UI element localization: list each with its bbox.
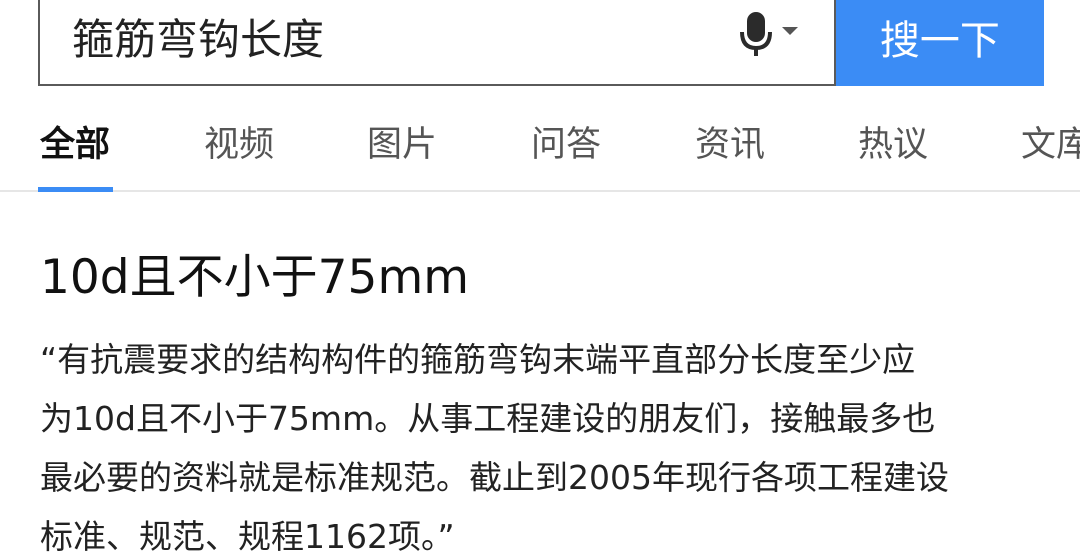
search-bar: 搜一下: [38, 0, 1044, 86]
tab-library[interactable]: 文库: [1021, 116, 1080, 167]
snippet-line: 为10d且不小于75mm。从事工程建设的朋友们，接触最多也: [40, 399, 936, 438]
snippet-line: 标准、规范、规程1162项。”: [40, 517, 455, 556]
snippet-line: 最必要的资料就是标准规范。截止到2005年现行各项工程建设: [40, 458, 949, 497]
tab-qa[interactable]: 问答: [531, 116, 601, 167]
search-input[interactable]: [72, 6, 712, 66]
caret-down-icon: [781, 27, 798, 35]
search-box: [38, 0, 836, 86]
voice-search-button[interactable]: [734, 10, 804, 58]
tab-news[interactable]: 资讯: [695, 116, 765, 167]
tab-bar: 全部 视频 图片 问答 资讯 热议 文库: [0, 86, 1080, 192]
search-results-page: 搜一下 全部 视频 图片 问答 资讯 热议 文库 10d且不小于75mm “有抗…: [0, 0, 1080, 560]
tab-all[interactable]: 全部: [40, 116, 110, 167]
tab-images[interactable]: 图片: [367, 116, 437, 167]
result-title[interactable]: 10d且不小于75mm: [40, 238, 469, 307]
tab-discussion[interactable]: 热议: [858, 116, 928, 167]
microphone-icon: [739, 12, 772, 56]
tab-video[interactable]: 视频: [204, 116, 274, 167]
result-snippet: “有抗震要求的结构构件的箍筋弯钩末端平直部分长度至少应 为10d且不小于75mm…: [40, 330, 1050, 560]
search-button[interactable]: 搜一下: [835, 0, 1044, 86]
snippet-line: “有抗震要求的结构构件的箍筋弯钩末端平直部分长度至少应: [40, 340, 916, 379]
active-tab-indicator: [38, 187, 113, 192]
